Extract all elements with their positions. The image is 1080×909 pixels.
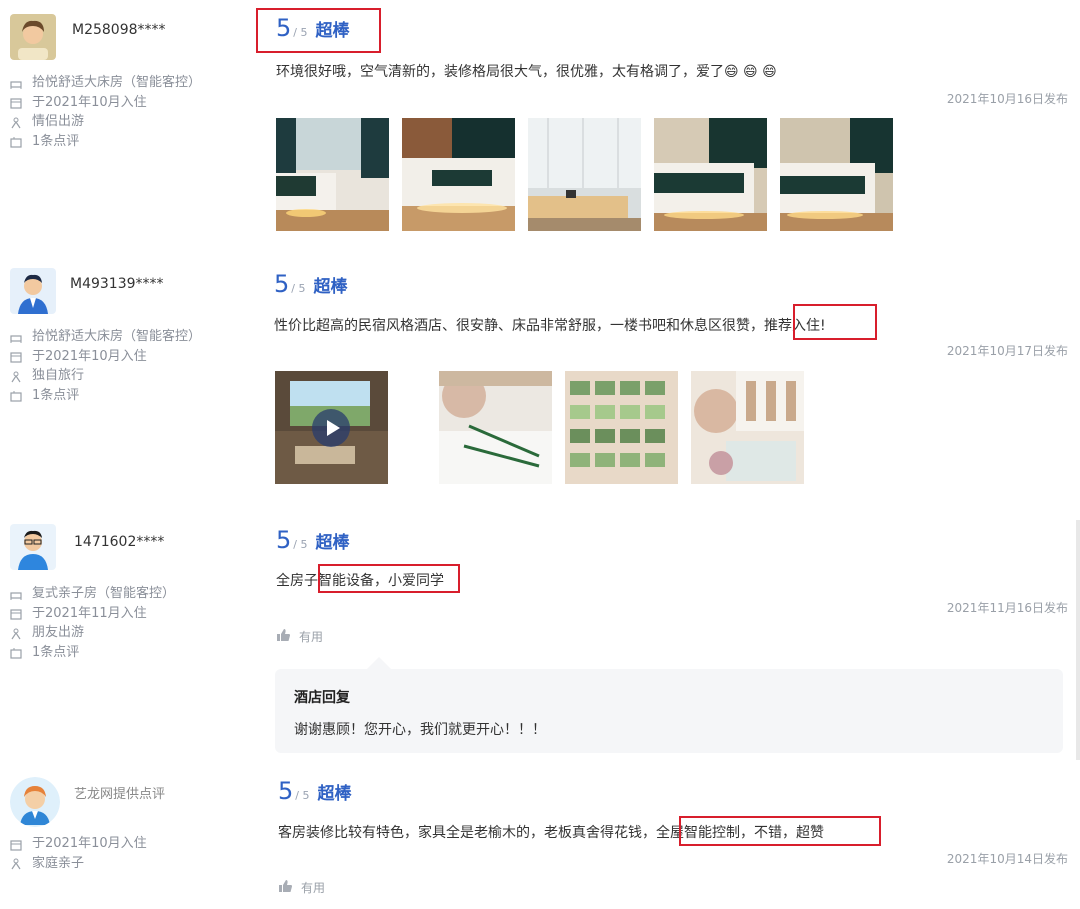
trip-type: 独自旅行 xyxy=(32,368,85,383)
checkin-date: 于2021年10月入住 xyxy=(32,836,147,851)
photo-gallery xyxy=(276,118,906,231)
room-type: 拾悦舒适大床房（智能客控） xyxy=(32,75,202,90)
review-photo[interactable] xyxy=(780,118,893,231)
checkin-date: 于2021年10月入住 xyxy=(32,348,147,364)
bed-icon xyxy=(10,331,22,343)
avatar xyxy=(10,14,56,60)
score: 5 / 5 超棒 xyxy=(276,526,349,554)
score-value: 5 xyxy=(276,526,292,554)
review-4: 艺龙网提供点评 于2021年10月入住 家庭亲子 5 / 5 超棒 客房装修比较… xyxy=(0,764,1080,909)
highlight-box xyxy=(679,816,881,846)
scrollbar[interactable] xyxy=(1076,520,1080,760)
thumbs-up-icon xyxy=(277,629,290,644)
rating-label: 超棒 xyxy=(313,277,348,297)
reply-title: 酒店回复 xyxy=(294,690,350,706)
review-text: 环境很好哦，空气清新的，装修格局很大气，很优雅，太有格调了，爱了😄 😄 😄 xyxy=(276,64,777,80)
review-photo[interactable] xyxy=(691,371,804,484)
room-type: 复式亲子房（智能客控） xyxy=(32,586,176,601)
review-2: M493139**** 拾悦舒适大床房（智能客控） 于2021年10月入住 独自… xyxy=(0,250,1080,508)
trip-type: 家庭亲子 xyxy=(32,855,85,871)
trip-type: 朋友出游 xyxy=(32,625,85,640)
rating-label: 超棒 xyxy=(315,533,350,553)
review-text-main: 客房装修比较有特色，家具全是老榆木的，老板真舍得花钱， xyxy=(278,825,656,841)
publish-date: 2021年10月16日发布 xyxy=(946,92,1068,106)
score-value: 5 xyxy=(274,270,290,298)
review-text-main: 全房子 xyxy=(276,573,318,589)
publish-date: 2021年11月16日发布 xyxy=(946,601,1068,615)
review-count: 1条点评 xyxy=(32,644,80,660)
calendar-icon xyxy=(10,838,22,851)
review-count-icon xyxy=(10,389,22,402)
avatar xyxy=(10,524,56,570)
review-count: 1条点评 xyxy=(32,387,80,403)
thumbs-up-icon xyxy=(279,880,292,895)
calendar-icon xyxy=(10,96,22,109)
review-text-main: 性价比超高的民宿风格酒店、很安静、床品非常舒服，一楼书吧和休息区很赞， xyxy=(274,318,764,334)
useful-button[interactable]: 有用 xyxy=(277,628,323,645)
publish-date: 2021年10月14日发布 xyxy=(946,852,1068,866)
review-photo[interactable] xyxy=(402,118,515,231)
highlight-box xyxy=(793,304,877,340)
highlight-box xyxy=(318,564,460,593)
score: 5 / 5 超棒 xyxy=(274,270,347,298)
review-1: M258098**** 拾悦舒适大床房（智能客控） 于2021年10月入住 情侣… xyxy=(0,0,1080,250)
username: M493139**** xyxy=(70,276,164,292)
score-value: 5 xyxy=(278,777,294,805)
review-photo[interactable] xyxy=(654,118,767,231)
review-photo[interactable] xyxy=(528,118,641,231)
play-icon[interactable] xyxy=(312,409,350,447)
traveler-icon xyxy=(10,370,22,383)
reviewer-meta: 拾悦舒适大床房（智能客控） 于2021年10月入住 独自旅行 1条点评 xyxy=(10,327,201,405)
useful-button[interactable]: 有用 xyxy=(279,879,325,896)
review-3: 1471602**** 复式亲子房（智能客控） 于2021年11月入住 朋友出游… xyxy=(0,508,1080,764)
score-denominator: / 5 xyxy=(293,538,308,551)
review-photo[interactable] xyxy=(276,118,389,231)
useful-label: 有用 xyxy=(299,630,324,644)
hotel-reply: 酒店回复 谢谢惠顾！您开心，我们就更开心！！！ xyxy=(275,669,1063,753)
checkin-date: 于2021年11月入住 xyxy=(32,605,147,621)
score-denominator: / 5 xyxy=(295,789,310,802)
review-count-icon xyxy=(10,646,22,659)
reviewer-meta: 复式亲子房（智能客控） 于2021年11月入住 朋友出游 1条点评 xyxy=(10,584,175,662)
review-count-icon xyxy=(10,135,22,148)
publish-date: 2021年10月17日发布 xyxy=(946,344,1068,358)
review-text: 性价比超高的民宿风格酒店、很安静、床品非常舒服，一楼书吧和休息区很赞，推荐入住! xyxy=(274,315,826,335)
avatar xyxy=(10,777,60,827)
reply-pointer xyxy=(367,657,391,669)
bed-icon xyxy=(10,588,22,600)
username: 1471602**** xyxy=(74,534,165,550)
calendar-icon xyxy=(10,607,22,620)
highlight-box xyxy=(256,8,381,53)
checkin-date: 于2021年10月入住 xyxy=(32,94,147,110)
review-photo[interactable] xyxy=(439,371,552,484)
photo-gallery xyxy=(275,371,817,484)
trip-type: 情侣出游 xyxy=(32,114,85,129)
username: 艺龙网提供点评 xyxy=(74,787,166,802)
score-denominator: / 5 xyxy=(291,282,306,295)
username: M258098**** xyxy=(72,22,166,38)
useful-label: 有用 xyxy=(301,881,326,895)
room-type: 拾悦舒适大床房（智能客控） xyxy=(32,329,202,344)
bed-icon xyxy=(10,77,22,89)
traveler-icon xyxy=(10,627,22,640)
reply-text: 谢谢惠顾！您开心，我们就更开心！！！ xyxy=(294,722,546,738)
review-video[interactable] xyxy=(275,371,388,484)
review-photo[interactable] xyxy=(565,371,678,484)
review-count: 1条点评 xyxy=(32,133,80,149)
avatar xyxy=(10,268,56,314)
reviewer-meta: 拾悦舒适大床房（智能客控） 于2021年10月入住 情侣出游 1条点评 xyxy=(10,73,201,151)
traveler-icon xyxy=(10,116,22,129)
score: 5 / 5 超棒 xyxy=(278,777,351,805)
calendar-icon xyxy=(10,350,22,363)
traveler-icon xyxy=(10,857,22,870)
reviewer-meta: 于2021年10月入住 家庭亲子 xyxy=(10,834,147,873)
rating-label: 超棒 xyxy=(317,784,352,804)
